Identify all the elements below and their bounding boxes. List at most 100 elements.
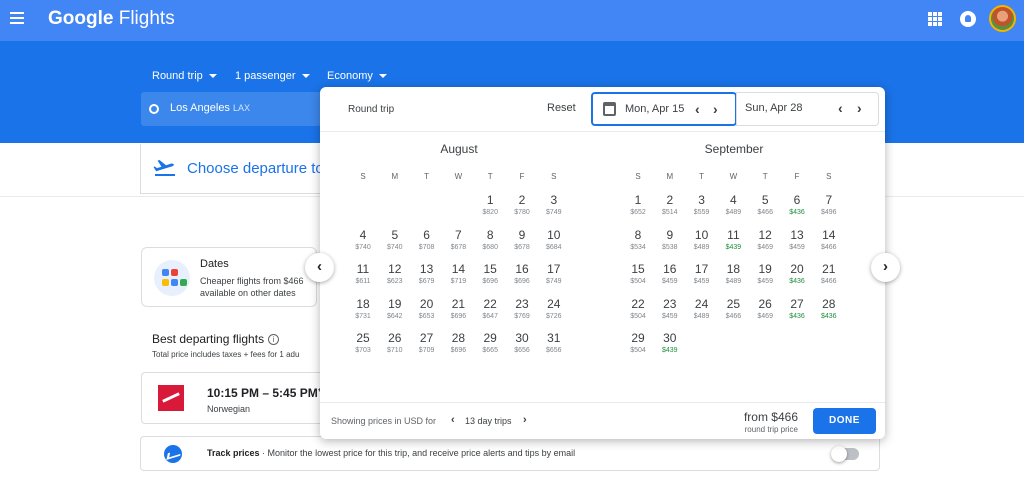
day-price: $680: [482, 243, 498, 251]
calendar-day[interactable]: 23 $459: [655, 297, 685, 329]
calendar-day[interactable]: 24 $489: [687, 297, 717, 329]
passengers-select[interactable]: 1 passenger: [235, 70, 310, 82]
calendar-day[interactable]: 6 $708: [412, 228, 442, 260]
origin-field[interactable]: Los Angeles LAX: [141, 92, 321, 126]
calendar-day[interactable]: 17 $459: [687, 262, 717, 294]
calendar-day[interactable]: 7 $496: [814, 193, 844, 225]
cabin-select[interactable]: Economy: [327, 70, 387, 82]
calendar-day[interactable]: 28 $436: [814, 297, 844, 329]
calendar-day[interactable]: 31 $656: [539, 331, 569, 363]
calendar-day[interactable]: 5 $466: [750, 193, 780, 225]
calendar-day[interactable]: 25 $466: [718, 297, 748, 329]
calendar-day[interactable]: 8 $680: [475, 228, 505, 260]
calendar-day[interactable]: 16 $459: [655, 262, 685, 294]
date-picker-dialog: Round trip Reset Mon, Apr 15 ‹ › Sun, Ap…: [320, 87, 885, 439]
calendar-day[interactable]: 12 $623: [380, 262, 410, 294]
calendar-day[interactable]: 23 $769: [507, 297, 537, 329]
reset-button[interactable]: Reset: [547, 102, 576, 114]
apps-grid-icon[interactable]: [928, 12, 942, 26]
chevron-left-icon[interactable]: ‹: [451, 414, 455, 426]
calendar-day[interactable]: 13 $679: [412, 262, 442, 294]
departure-date-field[interactable]: Mon, Apr 15 ‹ ›: [591, 92, 737, 126]
picker-trip-type[interactable]: Round trip: [348, 104, 394, 115]
day-price: $708: [418, 243, 435, 251]
calendar-day[interactable]: 21 $696: [443, 297, 473, 329]
calendar-day[interactable]: 22 $504: [623, 297, 653, 329]
day-number: 4: [359, 227, 367, 242]
calendar-day[interactable]: 18 $731: [348, 297, 378, 329]
day-price: $466: [757, 209, 773, 216]
track-prices-toggle[interactable]: [831, 446, 859, 462]
prev-month-button[interactable]: ‹: [305, 253, 334, 282]
trip-type-select[interactable]: Round trip: [152, 70, 217, 82]
calendar-day[interactable]: 8 $534: [623, 228, 653, 260]
calendar-day[interactable]: 26 $469: [750, 297, 780, 329]
calendar-day[interactable]: 9 $538: [655, 228, 685, 260]
weekday-label: T: [699, 172, 705, 181]
flight-result-card[interactable]: 10:15 PM – 5:45 PM+1 Norwegian: [141, 372, 325, 424]
calendar-day[interactable]: 29 $504: [623, 331, 653, 363]
calendar-day[interactable]: 20 $653: [412, 297, 442, 329]
calendar-day[interactable]: 5 $740: [380, 228, 410, 260]
calendar-day[interactable]: 25 $703: [348, 331, 378, 363]
calendar-day[interactable]: 27 $709: [412, 331, 442, 363]
chevron-right-icon[interactable]: ›: [857, 101, 862, 115]
chevron-left-icon[interactable]: ‹: [695, 102, 700, 116]
calendar-day[interactable]: 7 $678: [443, 228, 473, 260]
day-number: 19: [388, 296, 402, 311]
calendar-day[interactable]: 11 $611: [348, 262, 378, 294]
info-icon[interactable]: i: [268, 334, 280, 345]
calendar-day[interactable]: 2 $514: [655, 193, 685, 225]
calendar-day[interactable]: 2 $780: [507, 193, 537, 225]
calendar-day[interactable]: 3 $559: [687, 193, 717, 225]
airline-logo: [158, 385, 184, 411]
calendar-day[interactable]: 10 $489: [687, 228, 717, 260]
calendar-day[interactable]: 3 $749: [539, 193, 569, 225]
calendar-day[interactable]: 14 $719: [443, 262, 473, 294]
calendar-day[interactable]: 12 $469: [750, 228, 780, 260]
calendar-day[interactable]: 6 $436: [782, 193, 812, 225]
calendar-day[interactable]: 20 $436: [782, 262, 812, 294]
calendar-illustration-icon: [154, 260, 190, 296]
app-title[interactable]: Google Flights: [48, 8, 175, 30]
calendar-day[interactable]: 9 $678: [507, 228, 537, 260]
calendar-day[interactable]: 4 $740: [348, 228, 378, 260]
calendar-day[interactable]: 22 $647: [475, 297, 505, 329]
calendar-day[interactable]: 30 $439: [655, 331, 685, 363]
day-price: $611: [355, 278, 371, 286]
chevron-right-icon[interactable]: ›: [713, 102, 718, 116]
calendar-day[interactable]: 16 $696: [507, 262, 537, 294]
calendar-day[interactable]: 17 $749: [539, 262, 569, 294]
calendar-day[interactable]: 27 $436: [782, 297, 812, 329]
calendar-day[interactable]: 28 $696: [443, 331, 473, 363]
calendar-day[interactable]: 14 $466: [814, 228, 844, 260]
chevron-left-icon[interactable]: ‹: [838, 101, 843, 115]
calendar-day[interactable]: 13 $459: [782, 228, 812, 260]
calendar-day[interactable]: 1 $820: [475, 193, 505, 225]
calendar-day[interactable]: 30 $656: [507, 331, 537, 363]
calendar-day[interactable]: 18 $489: [718, 262, 748, 294]
calendar-day[interactable]: 24 $726: [539, 297, 569, 329]
calendar-day[interactable]: 19 $459: [750, 262, 780, 294]
calendar-day[interactable]: 11 $439: [718, 228, 748, 260]
next-month-button[interactable]: ›: [871, 253, 900, 282]
calendar-day[interactable]: 10 $684: [539, 228, 569, 260]
menu-icon[interactable]: [10, 12, 24, 24]
calendar-day[interactable]: 1 $652: [623, 193, 653, 225]
dates-suggestion-card[interactable]: Dates Cheaper flights from $466 availabl…: [141, 247, 317, 307]
calendar-day[interactable]: 21 $466: [814, 262, 844, 294]
notifications-icon[interactable]: [960, 11, 976, 27]
calendar-day[interactable]: 29 $665: [475, 331, 505, 363]
done-button[interactable]: DONE: [813, 408, 876, 434]
calendar-day[interactable]: 26 $710: [380, 331, 410, 363]
return-date-field[interactable]: Sun, Apr 28 ‹ ›: [736, 92, 879, 126]
calendar-day[interactable]: 15 $696: [475, 262, 505, 294]
calendar-day[interactable]: 4 $489: [718, 193, 748, 225]
day-number: 18: [726, 262, 741, 277]
calendar-day[interactable]: 19 $642: [380, 297, 410, 329]
calendar-day[interactable]: 15 $504: [623, 262, 653, 294]
avatar[interactable]: [989, 5, 1016, 32]
track-prices-bar: Track prices · Monitor the lowest price …: [140, 436, 880, 471]
day-number: 13: [790, 227, 804, 242]
chevron-right-icon[interactable]: ›: [523, 414, 527, 426]
